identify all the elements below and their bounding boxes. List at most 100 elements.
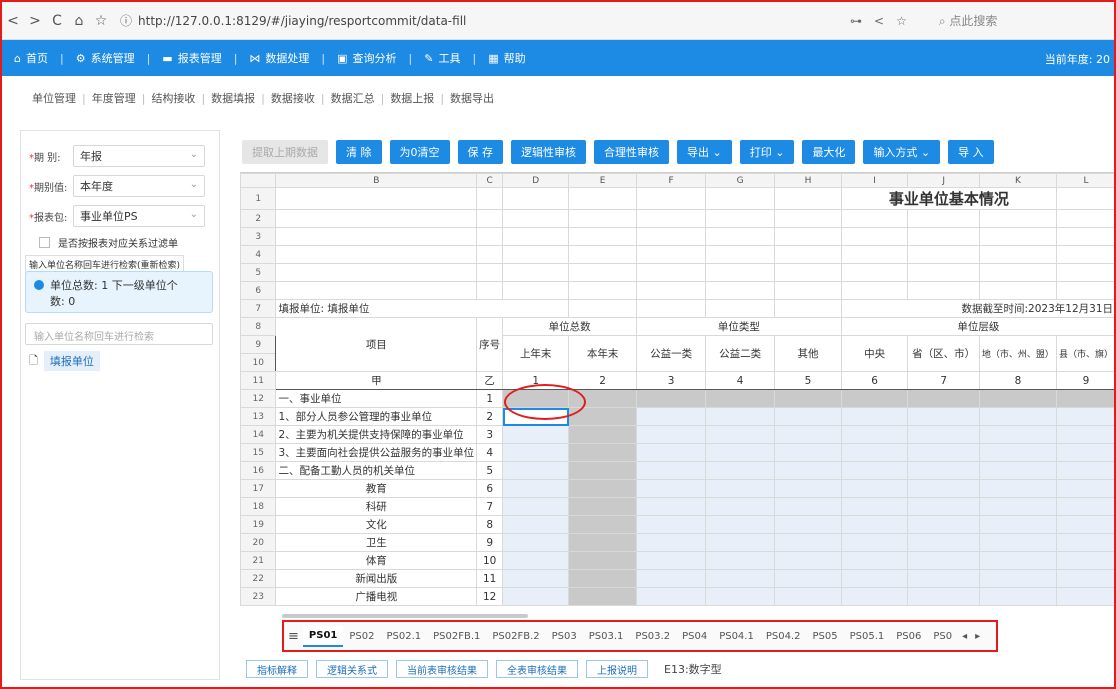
col-letter[interactable]: B xyxy=(275,173,478,188)
data-cell[interactable] xyxy=(978,551,1057,570)
data-cell[interactable] xyxy=(568,497,638,516)
data-cell[interactable] xyxy=(774,425,842,444)
subnav-data-receive[interactable]: 数据接收 xyxy=(265,90,321,106)
data-cell[interactable] xyxy=(636,587,707,606)
data-cell[interactable] xyxy=(502,569,570,588)
address-bar[interactable]: ⓘ http://127.0.0.1:8129/#/jiaying/respor… xyxy=(120,9,680,33)
row-number[interactable]: 21 xyxy=(240,551,277,570)
data-cell[interactable] xyxy=(840,515,909,534)
tab-next-icon[interactable]: ▸ xyxy=(971,631,984,642)
unit-search-input[interactable]: 输入单位名称回车进行检索 xyxy=(25,323,213,345)
data-cell[interactable] xyxy=(1055,425,1116,444)
data-cell[interactable] xyxy=(978,515,1057,534)
col-letter[interactable]: I xyxy=(840,173,909,188)
tree-node-fill-unit[interactable]: 填报单位 xyxy=(43,351,100,371)
row-number[interactable]: 4 xyxy=(240,245,277,264)
nav-data[interactable]: ⋈ 数据处理 xyxy=(237,50,321,66)
home-icon[interactable]: ⌂ xyxy=(68,13,90,29)
subnav-data-fill[interactable]: 数据填报 xyxy=(205,90,261,106)
data-cell[interactable] xyxy=(568,551,638,570)
data-cell[interactable] xyxy=(636,497,707,516)
data-cell[interactable] xyxy=(1055,551,1116,570)
forward-icon[interactable]: > xyxy=(24,13,46,29)
tab-ps02[interactable]: PS02 xyxy=(343,627,380,646)
row-number[interactable]: 22 xyxy=(240,569,277,588)
data-cell[interactable] xyxy=(502,479,570,498)
data-cell[interactable] xyxy=(502,515,570,534)
nav-system[interactable]: ⚙ 系统管理 xyxy=(64,50,147,66)
data-cell[interactable] xyxy=(978,497,1057,516)
data-cell[interactable] xyxy=(774,497,842,516)
data-cell[interactable] xyxy=(840,533,909,552)
spreadsheet[interactable]: B C D E F G H I J K L 1 事业单位基本情况 2 3 4 5 … xyxy=(240,172,1116,612)
nav-query[interactable]: ▣ 查询分析 xyxy=(325,50,408,66)
row-number[interactable]: 10 xyxy=(240,353,277,372)
data-cell[interactable] xyxy=(774,479,842,498)
data-cell[interactable] xyxy=(840,443,909,462)
data-cell[interactable] xyxy=(1055,497,1116,516)
data-cell[interactable] xyxy=(705,587,776,606)
data-cell[interactable] xyxy=(840,587,909,606)
tab-ps06[interactable]: PS06 xyxy=(890,627,927,646)
data-cell[interactable] xyxy=(907,461,980,480)
row-number[interactable]: 16 xyxy=(240,461,277,480)
row-number[interactable]: 3 xyxy=(240,227,277,246)
data-cell[interactable] xyxy=(774,569,842,588)
logic-formula-button[interactable]: 逻辑关系式 xyxy=(316,660,388,678)
col-letter[interactable]: H xyxy=(774,173,842,188)
favorite-icon[interactable]: ☆ xyxy=(896,14,907,28)
data-cell[interactable] xyxy=(774,389,842,408)
data-cell[interactable] xyxy=(978,425,1057,444)
subnav-structure-receive[interactable]: 结构接收 xyxy=(145,90,201,106)
row-number[interactable]: 20 xyxy=(240,533,277,552)
col-letter[interactable]: C xyxy=(476,173,504,188)
tab-ps05[interactable]: PS05 xyxy=(807,627,844,646)
package-select[interactable]: 事业单位PS ⌄ xyxy=(73,205,205,227)
share-icon[interactable]: < xyxy=(874,14,884,28)
data-cell[interactable] xyxy=(568,407,638,426)
data-cell[interactable] xyxy=(502,461,570,480)
reload-icon[interactable]: C xyxy=(46,13,68,29)
nav-tools[interactable]: ✎ 工具 xyxy=(412,50,472,66)
tab-ps04[interactable]: PS04 xyxy=(676,627,713,646)
data-cell[interactable] xyxy=(774,461,842,480)
data-cell[interactable] xyxy=(636,443,707,462)
data-cell[interactable] xyxy=(907,515,980,534)
data-cell[interactable] xyxy=(978,587,1057,606)
periodval-select[interactable]: 本年度 ⌄ xyxy=(73,175,205,197)
tab-ps03-2[interactable]: PS03.2 xyxy=(629,627,676,646)
data-cell[interactable] xyxy=(1055,461,1116,480)
input-mode-button[interactable]: 输入方式 ⌄ xyxy=(863,140,941,164)
data-cell[interactable] xyxy=(1055,407,1116,426)
data-cell[interactable] xyxy=(840,551,909,570)
data-cell[interactable] xyxy=(774,443,842,462)
col-letter[interactable]: D xyxy=(502,173,570,188)
row-number[interactable]: 5 xyxy=(240,263,277,282)
data-cell[interactable] xyxy=(840,461,909,480)
tab-ps02fb-2[interactable]: PS02FB.2 xyxy=(486,627,545,646)
data-cell[interactable] xyxy=(907,443,980,462)
row-number[interactable]: 15 xyxy=(240,443,277,462)
data-cell[interactable] xyxy=(636,551,707,570)
horizontal-scrollbar[interactable] xyxy=(282,614,528,618)
data-cell[interactable] xyxy=(705,569,776,588)
data-cell[interactable] xyxy=(1055,569,1116,588)
data-cell[interactable] xyxy=(1055,533,1116,552)
row-number[interactable]: 17 xyxy=(240,479,277,498)
data-cell[interactable] xyxy=(907,407,980,426)
data-cell[interactable] xyxy=(978,407,1057,426)
row-number[interactable]: 7 xyxy=(240,299,277,318)
tab-ps0-partial[interactable]: PS0 xyxy=(927,627,958,646)
data-cell[interactable] xyxy=(502,425,570,444)
data-cell[interactable] xyxy=(840,479,909,498)
subnav-year-mgmt[interactable]: 年度管理 xyxy=(86,90,142,106)
data-cell[interactable] xyxy=(568,587,638,606)
data-cell[interactable] xyxy=(840,389,909,408)
row-number[interactable]: 2 xyxy=(240,209,277,228)
clear-button[interactable]: 清 除 xyxy=(336,140,382,164)
data-cell[interactable] xyxy=(705,497,776,516)
data-cell[interactable] xyxy=(636,425,707,444)
data-cell[interactable] xyxy=(705,461,776,480)
data-cell[interactable] xyxy=(502,551,570,570)
logic-audit-button[interactable]: 逻辑性审核 xyxy=(511,140,586,164)
